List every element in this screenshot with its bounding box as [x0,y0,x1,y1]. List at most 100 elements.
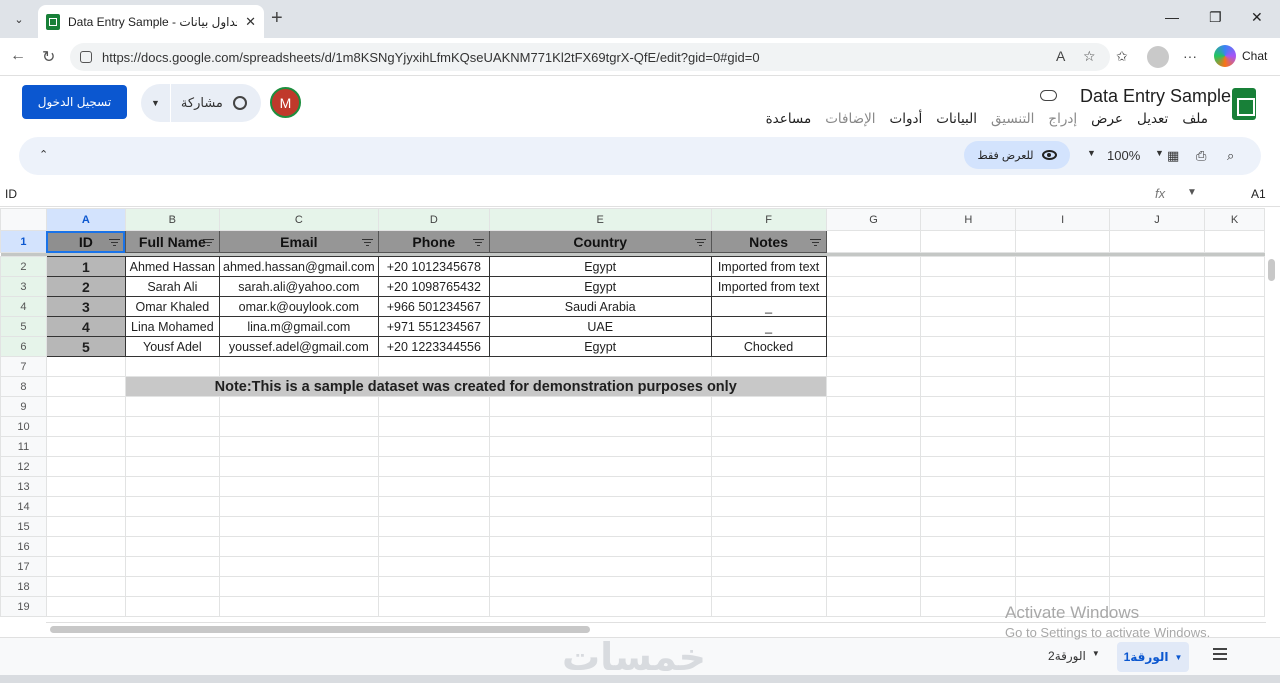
cell[interactable] [825,336,922,357]
menu-tools[interactable]: أدوات [890,111,923,127]
header-cell-email[interactable]: Email [218,230,379,253]
menu-extensions[interactable]: الإضافات [825,111,875,127]
sign-in-button[interactable]: تسجيل الدخول [22,85,127,119]
name-box-chevron-icon[interactable]: ▼ [1187,187,1197,198]
row-header[interactable]: 13 [0,476,47,497]
cell[interactable] [1015,536,1111,557]
column-header-b[interactable]: B [124,208,220,231]
column-header-i[interactable]: I [1015,208,1111,231]
table-cell[interactable]: Chocked [710,336,827,357]
column-header-j[interactable]: J [1109,208,1205,231]
cell[interactable] [1203,576,1265,597]
cell[interactable] [1015,256,1111,277]
row-header[interactable]: 6 [0,336,47,357]
cell[interactable] [1203,376,1265,397]
table-cell[interactable]: Saudi Arabia [488,296,712,317]
filter-icon[interactable] [202,239,214,246]
filter-icon[interactable] [694,239,706,246]
cell[interactable] [710,536,827,557]
header-cell-phone[interactable]: Phone [377,230,490,253]
column-header-f[interactable]: F [710,208,827,231]
cell[interactable] [825,576,922,597]
row-header[interactable]: 17 [0,556,47,577]
cell[interactable] [920,376,1017,397]
cell[interactable] [920,576,1017,597]
column-header-c[interactable]: C [218,208,379,231]
cell[interactable] [825,296,922,317]
cell[interactable] [488,596,712,617]
url-field[interactable]: https://docs.google.com/spreadsheets/d/1… [70,43,1110,71]
table-cell[interactable]: 4 [45,316,126,337]
spreadsheet-grid[interactable]: A B C D E F G H I J K 1 ID Full Name Ema… [0,208,1265,622]
cell[interactable] [1203,416,1265,437]
table-cell[interactable]: Yousf Adel [124,336,220,357]
row-header[interactable]: 5 [0,316,47,337]
cell[interactable] [1109,396,1205,417]
cell[interactable] [1015,476,1111,497]
cell[interactable] [218,396,379,417]
column-header-e[interactable]: E [488,208,712,231]
chevron-down-icon[interactable]: ▼ [1155,148,1164,158]
row-header[interactable]: 7 [0,356,47,377]
cell[interactable] [1109,556,1205,577]
reload-button[interactable]: ↻ [42,47,55,67]
menu-file[interactable]: ملف [1182,111,1208,127]
cell[interactable] [377,476,490,497]
cell[interactable] [920,296,1017,317]
cell[interactable] [710,496,827,517]
cell[interactable] [124,536,220,557]
cell[interactable] [920,496,1017,517]
column-header-d[interactable]: D [377,208,490,231]
tab-list-button[interactable]: ⌄ [6,7,32,31]
cell[interactable] [218,436,379,457]
formula-value[interactable]: ID [5,187,17,201]
row-header[interactable]: 18 [0,576,47,597]
cell[interactable] [45,376,126,397]
cell[interactable] [920,556,1017,577]
menu-help[interactable]: مساعدة [766,111,812,127]
cell[interactable] [45,496,126,517]
sheets-logo-icon[interactable] [1232,88,1256,120]
share-button[interactable]: ▼ مشاركة [141,84,261,122]
cell[interactable] [377,556,490,577]
new-tab-button[interactable]: + [271,7,283,30]
cell[interactable] [710,416,827,437]
cell[interactable] [825,376,922,397]
table-cell[interactable]: +20 1223344556 [377,336,490,357]
cell[interactable] [1109,516,1205,537]
cell[interactable] [124,436,220,457]
cell[interactable] [1015,576,1111,597]
cell[interactable] [45,476,126,497]
cell[interactable] [1015,496,1111,517]
table-cell[interactable]: sarah.ali@yahoo.com [218,276,379,297]
cell[interactable] [1203,596,1265,617]
row-header[interactable]: 1 [0,230,47,253]
table-cell[interactable]: Egypt [488,256,712,277]
cell[interactable] [1109,276,1205,297]
cell[interactable] [1203,336,1265,357]
cell[interactable] [1109,376,1205,397]
row-header[interactable]: 14 [0,496,47,517]
cell[interactable] [1203,296,1265,317]
cell[interactable] [1203,316,1265,337]
column-header-h[interactable]: H [920,208,1017,231]
cell[interactable] [710,556,827,577]
cell[interactable] [45,416,126,437]
cell[interactable] [377,456,490,477]
view-only-badge[interactable]: للعرض فقط [964,141,1070,169]
filter-icon[interactable] [108,239,120,246]
menu-view[interactable]: عرض [1091,111,1123,127]
row-header[interactable]: 3 [0,276,47,297]
cell[interactable] [488,556,712,577]
cell[interactable] [1203,436,1265,457]
note-cell[interactable]: Note:This is a sample dataset was create… [124,376,827,397]
menu-format[interactable]: التنسيق [991,111,1034,127]
cell[interactable] [825,356,922,377]
column-header-k[interactable]: K [1203,208,1265,231]
table-cell[interactable]: _ [710,316,827,337]
cell[interactable] [1203,256,1265,277]
copilot-chat-button[interactable]: Chat [1214,45,1267,67]
table-cell[interactable]: youssef.adel@gmail.com [218,336,379,357]
cell[interactable] [1015,556,1111,577]
cell[interactable] [1109,436,1205,457]
